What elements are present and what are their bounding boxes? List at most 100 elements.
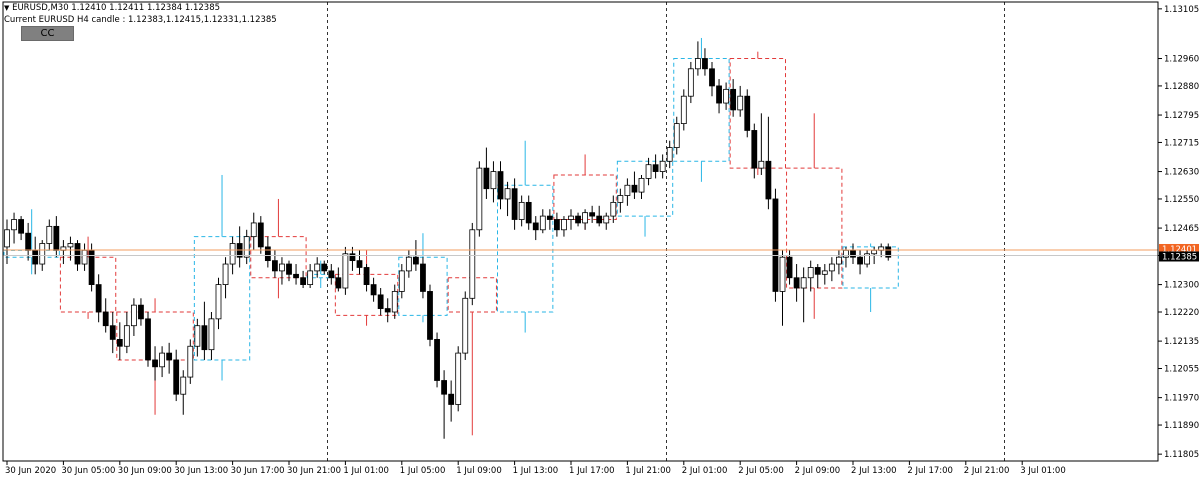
- candle-body: [631, 184, 638, 193]
- y-tick-label: 1.12465: [1164, 224, 1199, 234]
- candle-body: [194, 325, 201, 347]
- candle-body: [159, 352, 166, 368]
- x-tick-label: 2 Jul 17:00: [907, 466, 953, 476]
- candle-body: [730, 88, 737, 111]
- candle-body: [539, 215, 546, 231]
- candle-body: [342, 253, 349, 289]
- x-tick-label: 30 Jun 05:00: [61, 466, 115, 476]
- candle-body: [596, 215, 603, 224]
- candle-body: [518, 201, 525, 220]
- h4-candle-body: [3, 249, 60, 258]
- chart-window[interactable]: 1.13105 1.12960 1.12880 1.12795 1.12715 1.126…: [0, 0, 1200, 480]
- candle-body: [497, 171, 504, 200]
- x-tick-label: 2 Jul 21:00: [964, 466, 1010, 476]
- candle-body: [554, 219, 560, 231]
- y-tick-label: 1.12880: [1164, 82, 1199, 92]
- candle-body: [589, 212, 596, 217]
- candle-body: [145, 318, 151, 361]
- candle-body: [109, 325, 116, 340]
- candle-body: [95, 284, 102, 313]
- candle-body: [828, 263, 835, 272]
- candle-body: [286, 263, 292, 275]
- candle-body: [123, 325, 130, 347]
- x-tick-label: 30 Jun 13:00: [174, 466, 228, 476]
- candle-body: [363, 267, 370, 285]
- symbol-ohlc-text: EURUSD,M30 1.12410 1.12411 1.12384 1.123…: [12, 3, 221, 13]
- candle-body: [779, 256, 786, 292]
- candle-body: [793, 277, 800, 289]
- candle-body: [384, 308, 391, 313]
- candle-body: [871, 249, 878, 255]
- candle-body: [412, 256, 419, 265]
- h4-candle-overlay: [3, 37, 899, 436]
- candle-body: [4, 229, 10, 248]
- candle-body: [504, 188, 511, 200]
- candle-body: [201, 325, 208, 351]
- candle-body: [490, 171, 497, 190]
- candle-body: [814, 267, 821, 275]
- candle-body: [723, 88, 729, 104]
- x-tick-label: 30 Jun 2020: [5, 466, 56, 476]
- h4-candle-body: [729, 58, 787, 169]
- candle-body: [293, 273, 299, 279]
- x-tick-label: 1 Jul 13:00: [513, 466, 559, 476]
- candle-body: [335, 277, 342, 289]
- candle-body: [786, 256, 793, 279]
- cc-button[interactable]: CC: [21, 26, 74, 41]
- candle-body: [67, 243, 74, 248]
- candle-body: [11, 219, 17, 231]
- candle-body: [807, 267, 814, 279]
- candle-body: [300, 277, 307, 285]
- x-tick-label: 30 Jun 21:00: [287, 466, 341, 476]
- candle-body: [328, 270, 335, 279]
- candle-body: [166, 352, 173, 361]
- candle-body: [673, 123, 680, 148]
- m30-candles: [4, 41, 892, 439]
- candle-body: [208, 318, 215, 351]
- candlestick-chart[interactable]: 1.13105 1.12960 1.12880 1.12795 1.12715 1.126…: [0, 0, 1200, 480]
- candle-body: [476, 167, 483, 231]
- y-tick-label: 1.12135: [1164, 337, 1199, 347]
- x-tick-label: 1 Jul 17:00: [569, 466, 615, 476]
- candle-body: [314, 263, 321, 272]
- y-tick-label: 1.11970: [1164, 394, 1199, 404]
- candle-body: [39, 243, 46, 265]
- y-tick-label: 1.11890: [1164, 421, 1199, 431]
- candle-body: [250, 222, 257, 238]
- candle-body: [469, 229, 476, 299]
- candle-body: [483, 167, 490, 190]
- candle-body: [229, 243, 236, 265]
- candle-body: [18, 219, 25, 234]
- candle-body: [427, 291, 433, 340]
- y-tick-label: 1.12960: [1164, 55, 1199, 65]
- candle-body: [321, 263, 328, 272]
- candle-body: [582, 212, 588, 224]
- candle-body: [455, 352, 462, 405]
- candle-body: [525, 201, 532, 224]
- x-tick-label: 30 Jun 09:00: [118, 466, 172, 476]
- candle-body: [74, 243, 81, 265]
- candle-body: [187, 345, 194, 378]
- candle-body: [695, 58, 701, 70]
- candle-body: [617, 195, 624, 203]
- candle-body: [758, 160, 765, 169]
- candle-body: [462, 297, 469, 354]
- candle-body: [666, 147, 673, 162]
- candle-body: [215, 284, 222, 320]
- candle-body: [138, 304, 144, 320]
- candle-body: [575, 215, 581, 224]
- candle-body: [264, 246, 271, 262]
- x-tick-label: 2 Jul 09:00: [795, 466, 841, 476]
- chevron-down-icon[interactable]: ▼: [4, 4, 9, 12]
- y-tick-label: 1.12630: [1164, 168, 1199, 178]
- candle-body: [222, 263, 229, 285]
- y-tick-label: 1.12550: [1164, 195, 1199, 205]
- candle-body: [836, 256, 842, 265]
- candle-body: [638, 178, 645, 193]
- candle-body: [398, 270, 405, 292]
- candle-body: [307, 270, 314, 285]
- candle-body: [370, 284, 377, 296]
- x-tick-label: 1 Jul 01:00: [343, 466, 389, 476]
- h4-candle-body: [59, 256, 117, 313]
- candle-body: [391, 291, 398, 313]
